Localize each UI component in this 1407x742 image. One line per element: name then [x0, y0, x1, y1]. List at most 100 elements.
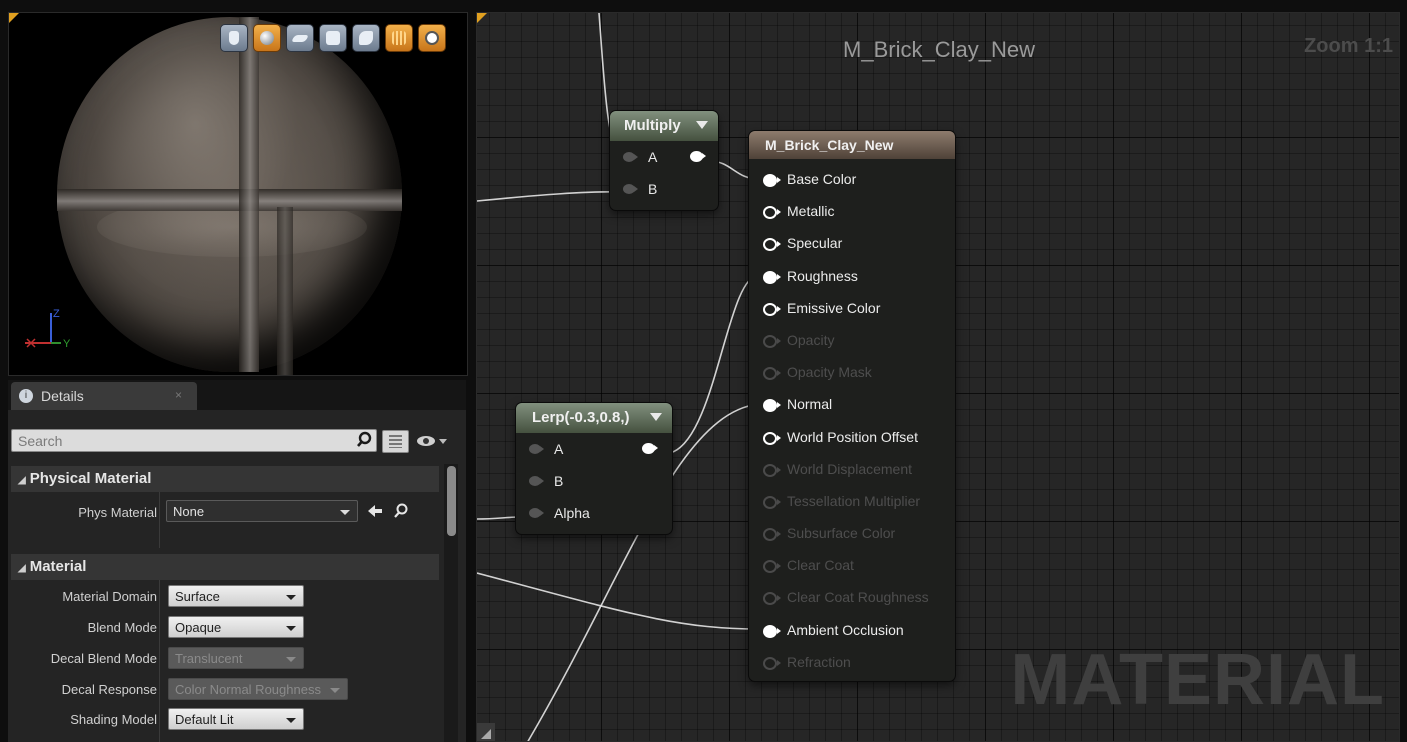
multiply-node[interactable]: Multiply A B [610, 111, 718, 210]
input-pin-icon [763, 367, 781, 381]
pin-base-color[interactable]: Base Color [749, 163, 955, 195]
multiply-node-header[interactable]: Multiply [610, 111, 718, 141]
grid-toggle-icon[interactable] [385, 24, 413, 52]
pin-roughness-label: Roughness [787, 267, 858, 284]
pin-tessellation-multiplier-label: Tessellation Multiplier [787, 492, 921, 509]
material-graph-canvas[interactable]: M_Brick_Clay_New Zoom 1:1 MATERIAL Multi… [476, 12, 1400, 742]
pin-clear-coat-roughness: Clear Coat Roughness [749, 581, 955, 613]
collapse-arrow-icon[interactable] [696, 121, 708, 129]
property-divider [159, 580, 160, 742]
collapse-arrow-icon[interactable] [650, 413, 662, 421]
multiply-input-a[interactable]: A [610, 141, 718, 173]
pin-normal[interactable]: Normal [749, 388, 955, 420]
lerp-node[interactable]: Lerp(-0.3,0.8,) A B Alpha [516, 403, 672, 534]
sphere-preview-icon[interactable] [253, 24, 281, 52]
decal-blend-mode-label: Decal Blend Mode [50, 651, 157, 666]
input-pin-icon[interactable] [763, 624, 781, 638]
category-material[interactable]: ◢ Material [11, 554, 439, 580]
tab-details-label: Details [41, 388, 84, 404]
mortar-line-vertical-lower [277, 207, 293, 375]
cube-preview-icon[interactable] [319, 24, 347, 52]
lerp-node-header[interactable]: Lerp(-0.3,0.8,) [516, 403, 672, 433]
details-search-input[interactable] [11, 429, 377, 452]
search-icon[interactable] [356, 431, 374, 449]
pin-subsurface-color: Subsurface Color [749, 517, 955, 549]
pin-emissive-color-label: Emissive Color [787, 299, 881, 316]
graph-corner-marker [477, 13, 487, 23]
realtime-toggle-icon[interactable] [418, 24, 446, 52]
multiply-input-b-label: B [648, 181, 658, 197]
material-preview-viewport[interactable]: Z Y [8, 12, 468, 376]
pin-ambient-occlusion[interactable]: Ambient Occlusion [749, 614, 955, 646]
input-pin-icon[interactable] [623, 152, 638, 162]
tab-details[interactable]: i Details × [11, 382, 197, 410]
category-physical-material[interactable]: ◢ Physical Material [11, 466, 439, 492]
input-pin-icon [763, 560, 781, 574]
viewport-toolbar [220, 24, 446, 52]
lerp-input-b[interactable]: B [516, 465, 672, 497]
details-scroll-thumb[interactable] [447, 466, 456, 536]
input-pin-icon[interactable] [529, 444, 544, 454]
pin-world-displacement-label: World Displacement [787, 460, 913, 477]
decal-response-label: Decal Response [61, 682, 157, 697]
input-pin-icon[interactable] [763, 399, 781, 413]
input-pin-icon[interactable] [623, 184, 638, 194]
wire-input-to-multiply-b [477, 191, 626, 202]
input-pin-icon [763, 656, 781, 670]
property-matrix-button[interactable] [382, 430, 409, 453]
phys-material-combo[interactable]: None [166, 500, 358, 522]
preview-sphere[interactable] [57, 17, 402, 375]
blend-mode-label: Blend Mode [87, 620, 157, 635]
lerp-input-alpha[interactable]: Alpha [516, 497, 672, 529]
collapse-arrow-icon: ◢ [18, 563, 26, 574]
input-pin-icon[interactable] [529, 476, 544, 486]
tab-close-icon[interactable]: × [175, 388, 182, 402]
pin-specular-label: Specular [787, 235, 843, 252]
pin-world-displacement: World Displacement [749, 453, 955, 485]
pin-tessellation-multiplier: Tessellation Multiplier [749, 485, 955, 517]
material-result-node[interactable]: M_Brick_Clay_New Base Color Metallic Spe… [749, 131, 955, 681]
result-pin-list: Base Color Metallic Specular Roughness E… [749, 159, 955, 678]
blend-mode-combo[interactable]: Opaque [168, 616, 304, 638]
multiply-input-b[interactable]: B [610, 173, 718, 205]
graph-title: M_Brick_Clay_New [843, 37, 1035, 62]
pin-opacity-mask: Opacity Mask [749, 356, 955, 388]
shading-model-combo[interactable]: Default Lit [168, 708, 304, 730]
use-selected-arrow-icon[interactable] [366, 504, 384, 518]
chevron-down-icon [286, 595, 296, 600]
eye-visibility-icon[interactable] [416, 432, 448, 450]
pin-world-position-offset[interactable]: World Position Offset [749, 421, 955, 453]
browse-search-icon[interactable] [393, 503, 409, 519]
decal-response-value: Color Normal Roughness [175, 682, 321, 697]
pin-emissive-color[interactable]: Emissive Color [749, 292, 955, 324]
decal-blend-mode-value: Translucent [175, 651, 243, 666]
decal-blend-mode-combo: Translucent [168, 647, 304, 669]
zoom-level-label: Zoom 1:1 [1304, 35, 1393, 57]
input-pin-icon[interactable] [763, 174, 781, 187]
pin-metallic[interactable]: Metallic [749, 195, 955, 227]
pin-metallic-label: Metallic [787, 203, 835, 220]
input-pin-icon[interactable] [763, 431, 781, 445]
input-pin-icon[interactable] [529, 508, 544, 518]
lerp-input-a[interactable]: A [516, 433, 672, 465]
chevron-down-icon [286, 718, 296, 723]
input-pin-icon[interactable] [763, 238, 781, 252]
wire-input-to-lerp-alpha [477, 516, 522, 520]
input-pin-icon[interactable] [763, 206, 781, 220]
phys-material-value: None [173, 504, 205, 519]
custom-mesh-preview-icon[interactable] [352, 24, 380, 52]
phys-material-label: Phys Material [78, 505, 157, 520]
pin-specular[interactable]: Specular [749, 227, 955, 259]
pin-clear-coat-roughness-label: Clear Coat Roughness [787, 589, 929, 606]
material-domain-combo[interactable]: Surface [168, 585, 304, 607]
input-pin-icon[interactable] [763, 302, 781, 316]
result-node-header[interactable]: M_Brick_Clay_New [749, 131, 955, 159]
lerp-output-pin-icon[interactable] [642, 443, 658, 454]
input-pin-icon[interactable] [763, 270, 781, 284]
multiply-output-pin-icon[interactable] [690, 151, 706, 162]
pin-roughness[interactable]: Roughness [749, 260, 955, 292]
cylinder-preview-icon[interactable] [220, 24, 248, 52]
plane-preview-icon[interactable] [286, 24, 314, 52]
input-pin-icon [763, 334, 781, 348]
palette-toggle-button[interactable] [477, 723, 495, 741]
